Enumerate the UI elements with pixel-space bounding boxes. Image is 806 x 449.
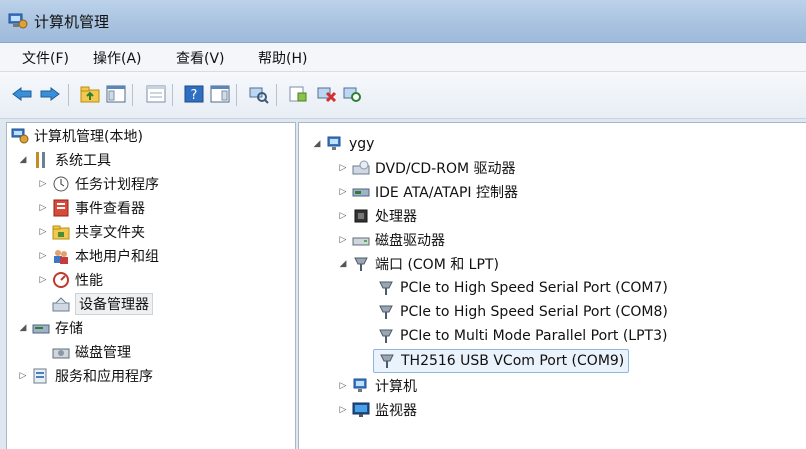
system-tools-icon bbox=[32, 151, 50, 169]
device-category-ports[interactable]: ◢ 端口 (COM 和 LPT) bbox=[337, 253, 499, 275]
update-driver-icon[interactable] bbox=[286, 82, 310, 106]
window-title: 计算机管理 bbox=[34, 13, 110, 31]
disk-drive-icon bbox=[352, 231, 370, 249]
expand-triangle-icon[interactable]: ▷ bbox=[337, 381, 349, 391]
forward-arrow-icon[interactable] bbox=[38, 82, 62, 106]
storage-icon bbox=[32, 319, 50, 337]
device-category-monitors[interactable]: ▷ 监视器 bbox=[337, 399, 417, 421]
tree-item-disk-management[interactable]: 磁盘管理 bbox=[52, 341, 131, 363]
expand-triangle-icon[interactable]: ▷ bbox=[337, 211, 349, 221]
computer-management-icon bbox=[8, 12, 28, 30]
tree-item-device-manager[interactable]: 设备管理器 bbox=[52, 293, 153, 315]
toolbar-separator bbox=[172, 84, 173, 106]
uninstall-device-icon[interactable] bbox=[314, 82, 338, 106]
menu-file[interactable]: 文件(F) bbox=[22, 48, 69, 68]
device-port-com7[interactable]: PCIe to High Speed Serial Port (COM7) bbox=[377, 277, 668, 299]
port-icon bbox=[377, 303, 395, 321]
toolbar-separator bbox=[276, 84, 277, 106]
computer-management-window: 计算机管理 文件(F) 操作(A) 查看(V) 帮助(H) ? 计算机管理(本地… bbox=[0, 0, 806, 449]
ide-controller-icon bbox=[352, 183, 370, 201]
clock-icon bbox=[52, 175, 70, 193]
tree-item-computer-management-local[interactable]: 计算机管理(本地) bbox=[11, 125, 143, 147]
expand-triangle-icon[interactable]: ▷ bbox=[17, 371, 29, 381]
up-folder-icon[interactable] bbox=[78, 82, 102, 106]
port-icon bbox=[352, 255, 370, 273]
expand-triangle-icon[interactable]: ▷ bbox=[337, 405, 349, 415]
dvd-drive-icon bbox=[352, 159, 370, 177]
tree-item-system-tools[interactable]: ◢ 系统工具 bbox=[17, 149, 111, 171]
expand-triangle-icon[interactable]: ▷ bbox=[337, 235, 349, 245]
menu-action[interactable]: 操作(A) bbox=[93, 48, 142, 68]
tree-item-services-applications[interactable]: ▷ 服务和应用程序 bbox=[17, 365, 153, 387]
computer-icon bbox=[352, 377, 370, 395]
computer-icon bbox=[326, 135, 344, 153]
toolbar: ? bbox=[0, 72, 806, 119]
toolbar-separator bbox=[236, 84, 237, 106]
show-action-pane-icon[interactable] bbox=[208, 82, 232, 106]
expand-triangle-icon[interactable]: ▷ bbox=[37, 203, 49, 213]
collapse-triangle-icon[interactable]: ◢ bbox=[17, 155, 29, 165]
disable-device-icon[interactable] bbox=[340, 82, 364, 106]
port-icon bbox=[377, 279, 395, 297]
toolbar-separator bbox=[68, 84, 69, 106]
tree-item-task-scheduler[interactable]: ▷ 任务计划程序 bbox=[37, 173, 159, 195]
device-port-lpt3[interactable]: PCIe to Multi Mode Parallel Port (LPT3) bbox=[377, 325, 667, 347]
expand-triangle-icon[interactable]: ▷ bbox=[37, 227, 49, 237]
users-icon bbox=[52, 247, 70, 265]
device-category-ide[interactable]: ▷ IDE ATA/ATAPI 控制器 bbox=[337, 181, 518, 203]
device-port-com8[interactable]: PCIe to High Speed Serial Port (COM8) bbox=[377, 301, 668, 323]
tree-item-local-users-groups[interactable]: ▷ 本地用户和组 bbox=[37, 245, 159, 267]
back-arrow-icon[interactable] bbox=[10, 82, 34, 106]
scan-hardware-icon[interactable] bbox=[246, 82, 270, 106]
menu-view[interactable]: 查看(V) bbox=[176, 48, 225, 68]
collapse-triangle-icon[interactable]: ◢ bbox=[311, 139, 323, 149]
expand-triangle-icon[interactable]: ▷ bbox=[337, 187, 349, 197]
port-icon bbox=[378, 352, 396, 370]
show-hide-console-tree-icon[interactable] bbox=[104, 82, 128, 106]
device-tree-pane: ◢ ygy ▷ DVD/CD-ROM 驱动器 ▷ IDE ATA/ATAPI 控… bbox=[298, 122, 806, 449]
expand-triangle-icon[interactable]: ▷ bbox=[337, 163, 349, 173]
tree-item-event-viewer[interactable]: ▷ 事件查看器 bbox=[37, 197, 145, 219]
menu-bar: 文件(F) 操作(A) 查看(V) 帮助(H) bbox=[0, 43, 806, 72]
properties-icon[interactable] bbox=[144, 82, 168, 106]
collapse-triangle-icon[interactable]: ◢ bbox=[17, 323, 29, 333]
event-viewer-icon bbox=[52, 199, 70, 217]
port-icon bbox=[377, 327, 395, 345]
tree-item-performance[interactable]: ▷ 性能 bbox=[37, 269, 103, 291]
tree-item-storage[interactable]: ◢ 存储 bbox=[17, 317, 83, 339]
expand-triangle-icon[interactable]: ▷ bbox=[37, 275, 49, 285]
device-manager-icon bbox=[52, 295, 70, 313]
performance-icon bbox=[52, 271, 70, 289]
help-icon[interactable]: ? bbox=[182, 82, 206, 106]
device-category-processor[interactable]: ▷ 处理器 bbox=[337, 205, 417, 227]
processor-icon bbox=[352, 207, 370, 225]
device-category-disk-drives[interactable]: ▷ 磁盘驱动器 bbox=[337, 229, 445, 251]
menu-help[interactable]: 帮助(H) bbox=[258, 48, 307, 68]
computer-management-icon bbox=[11, 127, 29, 145]
device-tree-root[interactable]: ◢ ygy bbox=[311, 133, 375, 155]
expand-triangle-icon[interactable]: ▷ bbox=[37, 251, 49, 261]
svg-text:?: ? bbox=[191, 88, 198, 103]
shared-folder-icon bbox=[52, 223, 70, 241]
services-icon bbox=[32, 367, 50, 385]
console-tree-pane: 计算机管理(本地) ◢ 系统工具 ▷ 任务计划程序 ▷ 事件查看器 ▷ 共享文件… bbox=[6, 122, 296, 449]
device-port-com9[interactable]: TH2516 USB VCom Port (COM9) bbox=[373, 349, 630, 373]
expand-triangle-icon[interactable]: ▷ bbox=[37, 179, 49, 189]
title-bar[interactable]: 计算机管理 bbox=[0, 0, 806, 43]
disk-management-icon bbox=[52, 343, 70, 361]
collapse-triangle-icon[interactable]: ◢ bbox=[337, 259, 349, 269]
tree-item-shared-folders[interactable]: ▷ 共享文件夹 bbox=[37, 221, 145, 243]
toolbar-separator bbox=[132, 84, 133, 106]
device-category-dvd[interactable]: ▷ DVD/CD-ROM 驱动器 bbox=[337, 157, 516, 179]
monitor-icon bbox=[352, 401, 370, 419]
device-category-computer[interactable]: ▷ 计算机 bbox=[337, 375, 417, 397]
